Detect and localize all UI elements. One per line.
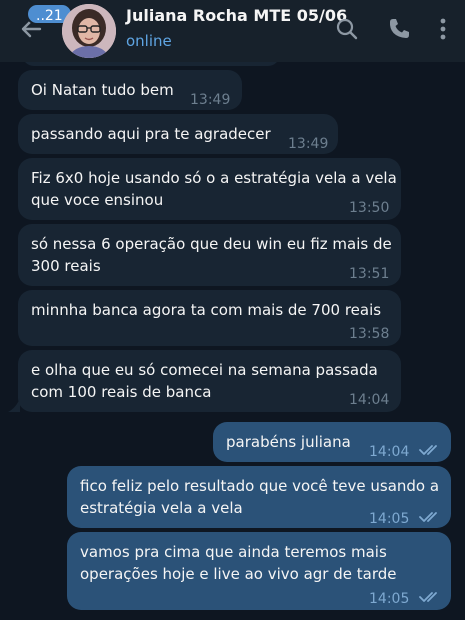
message-text: minnha banca agora ta com mais de 700 re… bbox=[31, 301, 382, 319]
message-time: 13:49 bbox=[190, 92, 231, 108]
outgoing-message[interactable]: fico feliz pelo resultado que você teve … bbox=[67, 466, 451, 528]
chat-header: ..21 Juliana Rocha MTE 05/06 online bbox=[0, 0, 465, 62]
contact-status: online bbox=[126, 32, 172, 50]
bubble-tail bbox=[8, 398, 20, 412]
message-time: 14:04 bbox=[369, 444, 410, 460]
contact-name[interactable]: Juliana Rocha MTE 05/06 bbox=[126, 6, 347, 25]
incoming-message[interactable]: minnha banca agora ta com mais de 700 re… bbox=[18, 290, 401, 346]
message-time: 14:04 bbox=[349, 392, 390, 408]
message-text: parabéns juliana bbox=[226, 433, 351, 451]
outgoing-message[interactable]: vamos pra cima que ainda teremos mais op… bbox=[67, 532, 451, 610]
message-text: vamos pra cima que ainda teremos mais op… bbox=[80, 543, 397, 583]
message-text: Oi Natan tudo bem bbox=[31, 81, 174, 99]
message-text: só nessa 6 operação que deu win eu fiz m… bbox=[31, 235, 392, 275]
incoming-message[interactable]: Oi Natan tudo bem 13:49 bbox=[18, 70, 242, 110]
double-check-icon bbox=[419, 512, 437, 522]
message-time: 14:05 bbox=[369, 591, 410, 607]
message-text: passando aqui pra te agradecer bbox=[31, 125, 271, 143]
incoming-message[interactable]: passando aqui pra te agradecer 13:49 bbox=[18, 114, 338, 154]
outgoing-message[interactable]: parabéns juliana 14:04 bbox=[213, 422, 451, 462]
search-icon[interactable] bbox=[334, 16, 360, 42]
avatar[interactable] bbox=[62, 4, 116, 58]
message-time: 13:58 bbox=[349, 326, 390, 342]
incoming-message[interactable]: e olha que eu só comecei na semana passa… bbox=[18, 350, 401, 412]
phone-icon[interactable] bbox=[386, 16, 412, 42]
more-vertical-icon[interactable] bbox=[430, 16, 456, 42]
message-time: 13:49 bbox=[288, 136, 329, 152]
message-text: e olha que eu só comecei na semana passa… bbox=[31, 361, 378, 401]
message-time: 13:50 bbox=[349, 200, 390, 216]
message-text: Fiz 6x0 hoje usando só o a estratégia ve… bbox=[31, 169, 397, 209]
incoming-message[interactable]: Fiz 6x0 hoje usando só o a estratégia ve… bbox=[18, 158, 401, 220]
message-time: 13:51 bbox=[349, 266, 390, 282]
double-check-icon bbox=[419, 592, 437, 602]
message-list[interactable]: Oi Natan tudo bem 13:49 passando aqui pr… bbox=[0, 52, 465, 620]
incoming-message[interactable]: só nessa 6 operação que deu win eu fiz m… bbox=[18, 224, 401, 286]
message-time: 14:05 bbox=[369, 511, 410, 527]
double-check-icon bbox=[419, 445, 437, 455]
